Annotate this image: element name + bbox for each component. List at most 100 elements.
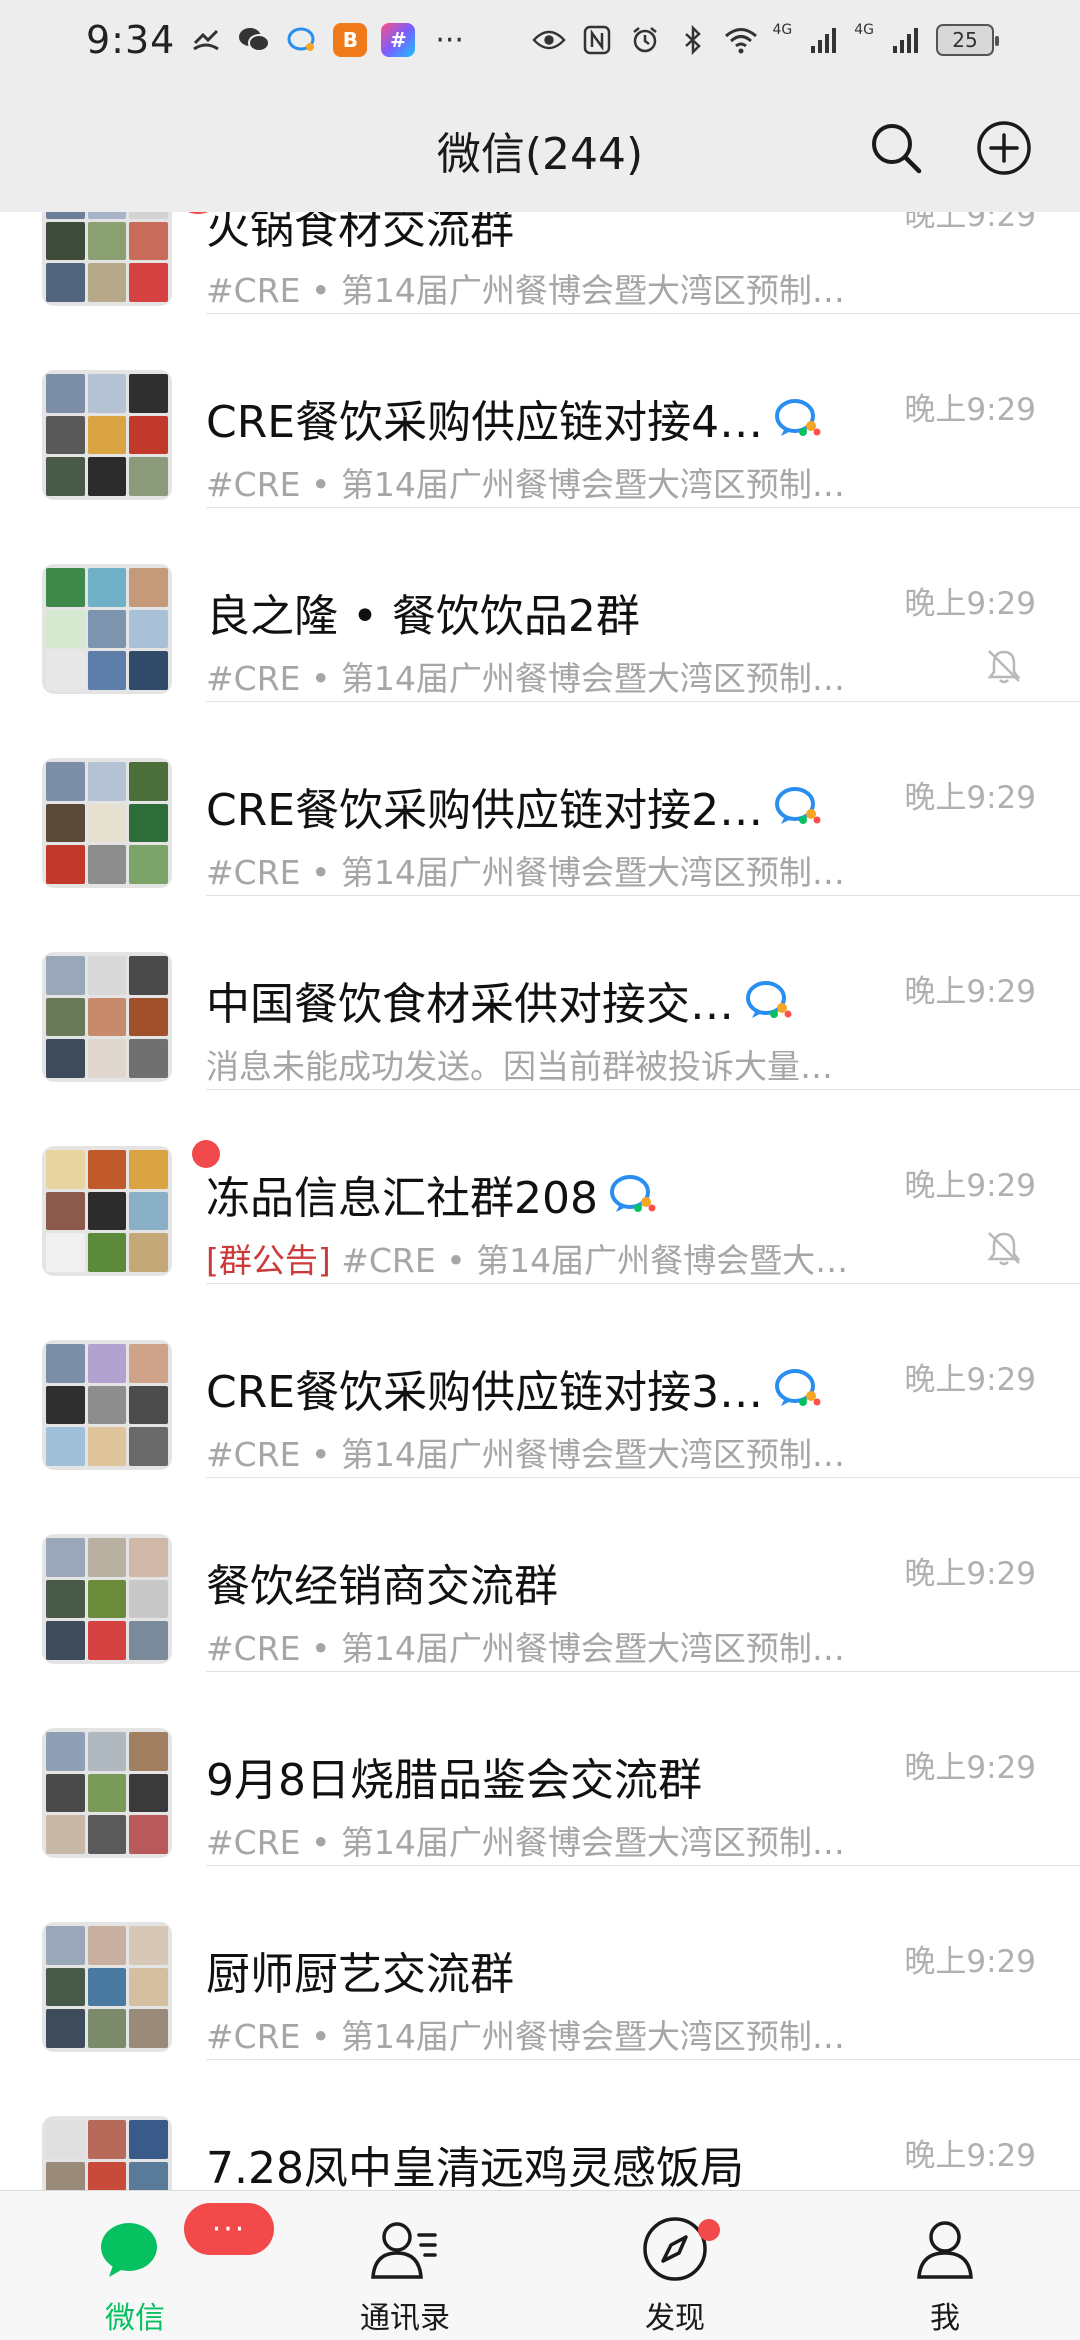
chat-preview-text: #CRE • 第14届广州餐博会暨大湾区预制…	[206, 271, 845, 310]
group-avatar	[42, 1534, 172, 1664]
avatar-tile	[46, 457, 85, 496]
battery-level: 25	[952, 28, 978, 52]
avatar-tile	[46, 221, 85, 261]
chat-preview-text: #CRE • 第14届广州餐博会暨大湾区预制…	[206, 1435, 845, 1474]
avatar-tile	[46, 568, 85, 607]
mute-bell-icon	[984, 646, 1024, 686]
tab-me-label: 我	[930, 2301, 960, 2336]
avatar-tile	[87, 1773, 127, 1813]
avatar-tile	[129, 221, 168, 261]
chat-row[interactable]: CRE餐饮采购供应链对接2… #CRE • 第14届广州餐博会暨大湾区预制… 晚上9…	[0, 700, 1080, 896]
wecom-notification-icon	[285, 23, 319, 57]
chat-row[interactable]: CRE餐饮采购供应链对接4… #CRE • 第14届广州餐博会暨大湾区预制… 晚上9…	[0, 312, 1080, 508]
avatar-tile	[46, 263, 85, 302]
chat-name: 冻品信息汇社群208	[206, 1173, 598, 1224]
chat-preview-text: #CRE • 第14届广州餐博会暨大湾区预制…	[206, 1629, 845, 1668]
battery-indicator: 25	[936, 24, 999, 56]
chat-bubbles-icon	[99, 2213, 171, 2285]
chat-name-wrap: CRE餐饮采购供应链对接3…	[206, 1356, 823, 1420]
avatar-tile	[87, 1926, 127, 1965]
avatar-tile	[46, 1233, 85, 1272]
chat-list: 2火锅食材交流群#CRE • 第14届广州餐博会暨大湾区预制…晚上9:29CRE…	[0, 118, 1080, 2254]
chat-row[interactable]: 冻品信息汇社群208 [群公告] #CRE • 第14届广州餐博会暨大… 晚上9:2…	[0, 1088, 1080, 1284]
avatar-tile	[87, 1344, 127, 1383]
avatar-tile	[87, 651, 127, 690]
chat-preview-text: #CRE • 第14届广州餐博会暨大湾区预制…	[206, 1823, 845, 1862]
tab-contacts[interactable]: 通讯录	[270, 2191, 540, 2340]
avatar-tile	[129, 1039, 168, 1078]
chat-preview: #CRE • 第14届广州餐博会暨大湾区预制…	[206, 1622, 845, 1670]
chat-preview: #CRE • 第14届广州餐博会暨大湾区预制…	[206, 458, 845, 506]
tab-me[interactable]: 我	[810, 2191, 1080, 2340]
avatar-tile	[87, 997, 127, 1037]
status-left: 9:34 B # ···	[86, 18, 464, 62]
chat-time: 晚上9:29	[904, 780, 1036, 816]
chat-time: 晚上9:29	[904, 1750, 1036, 1786]
search-button[interactable]	[866, 118, 926, 178]
tab-contacts-label: 通讯录	[360, 2301, 450, 2336]
chat-name: CRE餐饮采购供应链对接2…	[206, 785, 764, 836]
chat-preview-text: #CRE • 第14届广州餐博会暨大…	[330, 1241, 849, 1280]
avatar-tile	[87, 956, 127, 995]
chat-name: 7.28凤中皇清远鸡灵感饭局	[206, 2143, 744, 2194]
avatar-tile	[129, 1385, 168, 1425]
chat-name-wrap: CRE餐饮采购供应链对接2…	[206, 774, 823, 838]
avatar-tile	[129, 956, 168, 995]
plus-circle-icon	[977, 121, 1031, 175]
app-notification-icon: B	[333, 23, 368, 57]
chat-preview-text: #CRE • 第14届广州餐博会暨大湾区预制…	[206, 465, 845, 504]
avatar-tile	[87, 374, 127, 413]
chat-row[interactable]: 9月8日烧腊品鉴会交流群 #CRE • 第14届广州餐博会暨大湾区预制… 晚上9:2…	[0, 1670, 1080, 1866]
avatar-tile	[46, 956, 85, 995]
chat-time: 晚上9:29	[904, 1556, 1036, 1592]
group-avatar	[42, 1728, 172, 1858]
wechat-notification-icon	[237, 23, 271, 57]
announcement-tag: [群公告]	[206, 1241, 331, 1280]
avatar-tile	[129, 2120, 168, 2159]
chat-preview: #CRE • 第14届广州餐博会暨大湾区预制…	[206, 1428, 845, 1476]
chat-preview: #CRE • 第14届广州餐博会暨大湾区预制…	[206, 652, 845, 700]
avatar-tile	[87, 1815, 127, 1854]
chat-name-wrap: CRE餐饮采购供应链对接4…	[206, 386, 823, 450]
missed-call-icon	[189, 23, 223, 57]
chat-row[interactable]: 中国餐饮食材采供对接交… 消息未能成功发送。因当前群被投诉大量… 晚上9:29	[0, 894, 1080, 1090]
avatar-tile	[87, 457, 127, 496]
avatar-tile	[46, 803, 85, 843]
chat-preview-text: #CRE • 第14届广州餐博会暨大湾区预制…	[206, 659, 845, 698]
top-bar: 微信(244)	[0, 80, 1080, 212]
avatar-tile	[87, 1538, 127, 1577]
avatar-tile	[46, 1039, 85, 1078]
unread-badge: ···	[184, 2203, 274, 2255]
avatar-tile	[129, 1233, 168, 1272]
wecom-icon	[773, 1366, 823, 1410]
avatar-tile	[46, 374, 85, 413]
chat-row[interactable]: 良之隆 • 餐饮饮品2群 #CRE • 第14届广州餐博会暨大湾区预制… 晚上9:2…	[0, 506, 1080, 702]
chat-preview: #CRE • 第14届广州餐博会暨大湾区预制…	[206, 264, 845, 312]
chat-preview-text: 消息未能成功发送。因当前群被投诉大量…	[206, 1047, 833, 1086]
chat-row[interactable]: 餐饮经销商交流群 #CRE • 第14届广州餐博会暨大湾区预制… 晚上9:29	[0, 1476, 1080, 1672]
tab-discover[interactable]: 发现	[540, 2191, 810, 2340]
avatar-tile	[46, 1579, 85, 1619]
avatar-tile	[46, 1732, 85, 1771]
avatar-tile	[87, 762, 127, 801]
avatar-tile	[129, 1344, 168, 1383]
chat-name-wrap: 厨师厨艺交流群	[206, 1938, 514, 2002]
chat-row[interactable]: CRE餐饮采购供应链对接3… #CRE • 第14届广州餐博会暨大湾区预制… 晚上9…	[0, 1282, 1080, 1478]
avatar-tile	[129, 1815, 168, 1854]
avatar-tile	[46, 415, 85, 455]
chat-row[interactable]: 厨师厨艺交流群 #CRE • 第14届广州餐博会暨大湾区预制… 晚上9:29	[0, 1864, 1080, 2060]
add-button[interactable]	[974, 118, 1034, 178]
tab-chats[interactable]: 微信 ···	[0, 2191, 274, 2340]
avatar-tile	[129, 803, 168, 843]
avatar-tile	[129, 1773, 168, 1813]
group-avatar	[42, 1922, 172, 2052]
avatar-tile	[46, 1621, 85, 1660]
avatar-tile	[46, 1926, 85, 1965]
avatar-tile	[87, 1385, 127, 1425]
chat-name: 厨师厨艺交流群	[206, 1949, 514, 2000]
avatar-tile	[129, 1191, 168, 1231]
avatar-tile	[129, 1579, 168, 1619]
chat-time: 晚上9:29	[904, 1362, 1036, 1398]
contacts-icon	[369, 2213, 441, 2285]
mute-bell-icon	[984, 1228, 1024, 1268]
